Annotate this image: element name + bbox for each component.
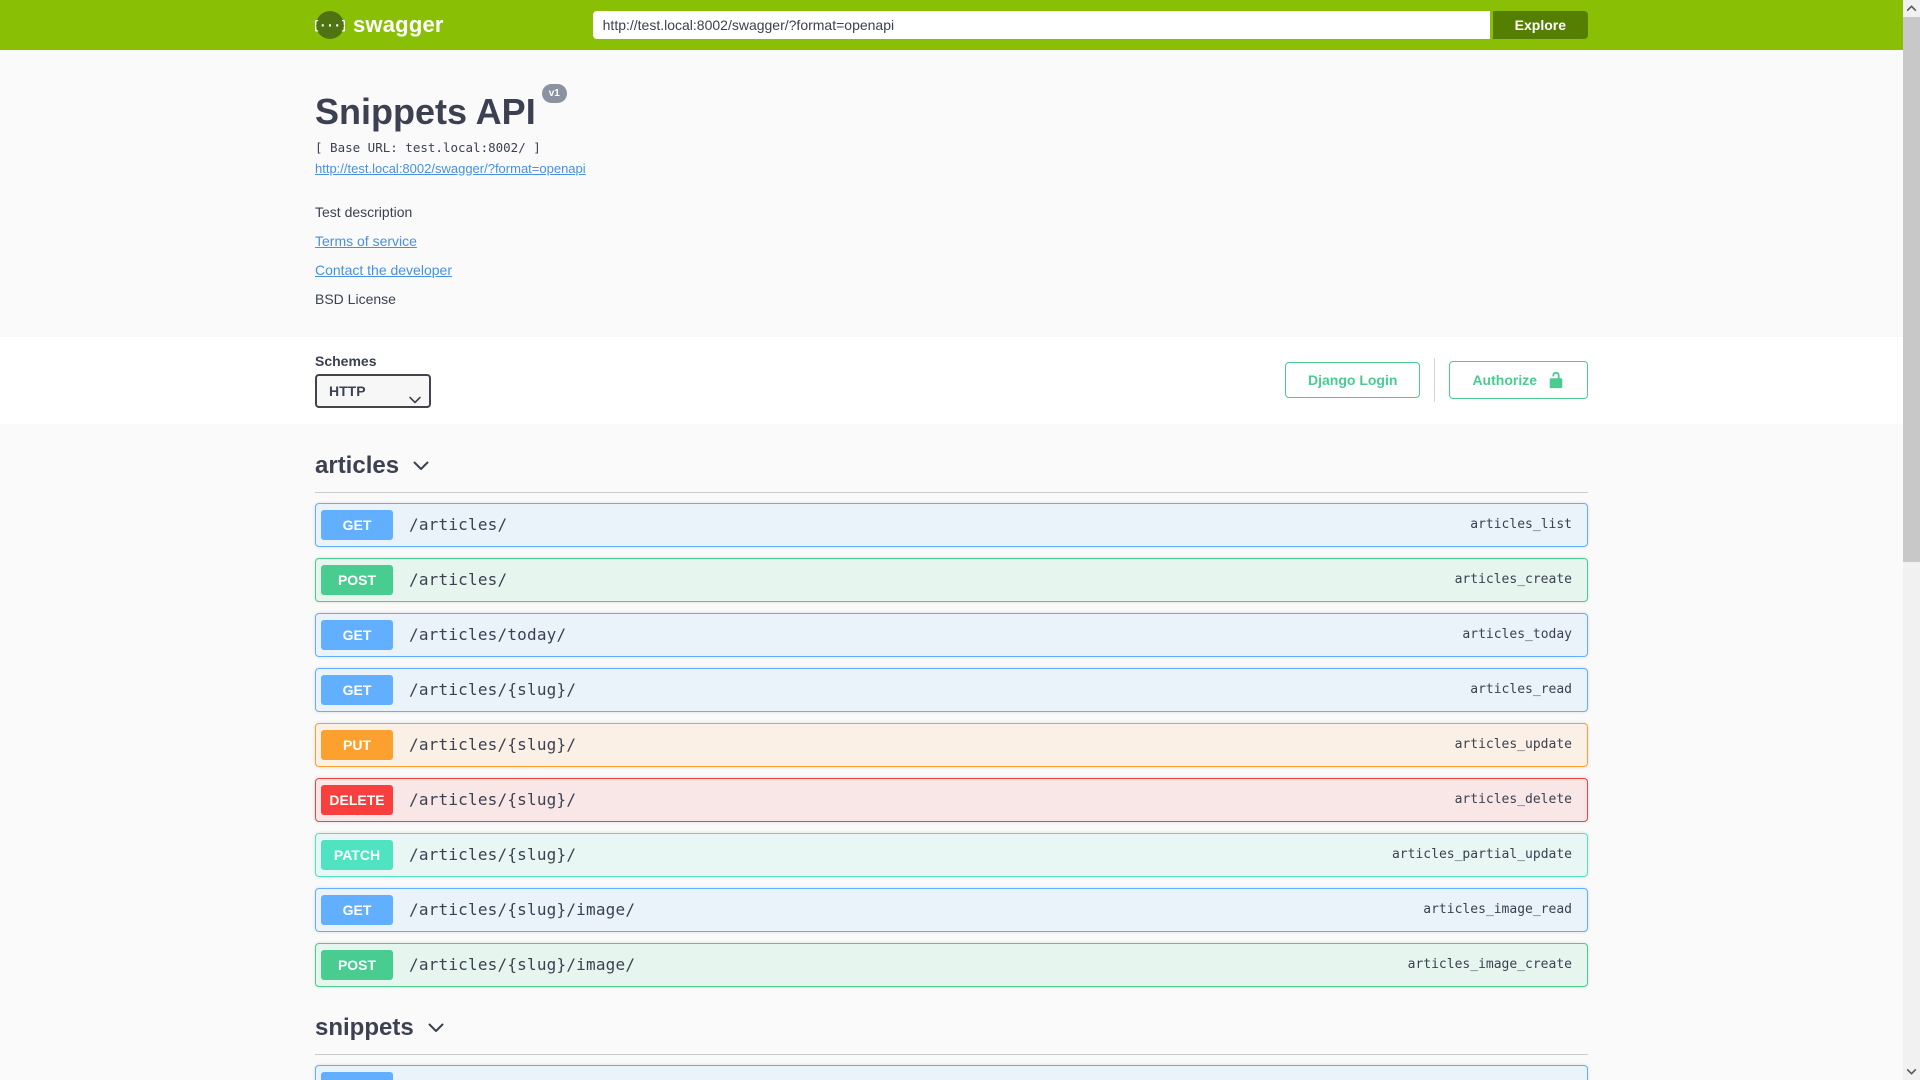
spec-link[interactable]: http://test.local:8002/swagger/?format=o… — [315, 161, 586, 176]
django-login-button[interactable]: Django Login — [1285, 362, 1421, 399]
explore-button[interactable]: Explore — [1492, 11, 1588, 39]
topbar: {···} swagger Explore — [0, 0, 1903, 50]
method-badge: GET — [321, 619, 393, 650]
schemes-select[interactable]: HTTP — [315, 373, 431, 408]
operation-row[interactable]: GET/articles/articles_list — [315, 502, 1588, 547]
operation-row[interactable]: POST/articles/{slug}/image/articles_imag… — [315, 942, 1588, 987]
swagger-logo[interactable]: {···} swagger — [315, 10, 444, 40]
method-badge: POST — [321, 564, 393, 595]
method-badge: DELETE — [321, 784, 393, 815]
operations-list: GET/snippets/snippets_list — [315, 1064, 1588, 1080]
operation-path: /articles/{slug}/image/ — [409, 900, 636, 920]
operation-path: /articles/today/ — [409, 625, 567, 645]
page: {···} swagger Explore Snippets API v1 [ B… — [0, 0, 1903, 1080]
api-section: snippets GET/snippets/snippets_list — [315, 998, 1588, 1080]
section-tag-label: snippets — [315, 1013, 414, 1041]
api-title-text: Snippets API — [315, 91, 536, 132]
page-title: Snippets API v1 — [315, 84, 1588, 132]
operation-id: articles_delete — [1454, 792, 1572, 808]
section-header-snippets[interactable]: snippets — [315, 998, 1588, 1055]
operation-path: /articles/ — [409, 570, 508, 590]
operation-id: articles_read — [1470, 682, 1572, 698]
section-header-articles[interactable]: articles — [315, 424, 1588, 493]
operation-id: articles_today — [1462, 627, 1572, 643]
schemes-block: Schemes HTTP — [315, 353, 431, 408]
section-tag-label: articles — [315, 451, 400, 479]
license-text: BSD License — [315, 290, 396, 307]
operation-path: /articles/{slug}/ — [409, 735, 577, 755]
operation-id: articles_list — [1470, 517, 1572, 533]
authorize-button[interactable]: Authorize — [1449, 361, 1588, 400]
auth-wrapper: Django Login Authorize — [1285, 358, 1588, 403]
brand-name: swagger — [353, 12, 444, 37]
scrollbar-up-button[interactable] — [1903, 0, 1920, 17]
operation-path: /articles/ — [409, 515, 508, 535]
scrollbar-down-button[interactable] — [1903, 1063, 1920, 1080]
method-badge: GET — [321, 1071, 393, 1080]
section-collapse-chevron-icon — [413, 461, 429, 470]
scheme-section: Schemes HTTP Django Login Authorize — [0, 336, 1903, 424]
operation-id: articles_update — [1454, 737, 1572, 753]
operation-id: articles_create — [1454, 572, 1572, 588]
operation-row[interactable]: GET/snippets/snippets_list — [315, 1064, 1588, 1080]
method-badge: PATCH — [321, 839, 393, 870]
section-collapse-chevron-icon — [428, 1023, 444, 1032]
operations-main: articles GET/articles/articles_list POST/a… — [0, 423, 1903, 1080]
operation-row[interactable]: GET/articles/today/articles_today — [315, 612, 1588, 657]
operation-row[interactable]: GET/articles/{slug}/image/articles_image… — [315, 887, 1588, 932]
base-url: [ Base URL: test.local:8002/ ] — [315, 139, 541, 155]
terms-of-service-link[interactable]: Terms of service — [315, 233, 417, 249]
api-section: articles GET/articles/articles_list POST/a… — [315, 424, 1588, 987]
contact-developer-link[interactable]: Contact the developer — [315, 262, 452, 278]
method-badge: GET — [321, 894, 393, 925]
operation-id: articles_image_read — [1423, 902, 1572, 918]
vertical-scrollbar[interactable] — [1903, 0, 1920, 1080]
api-sections: articles GET/articles/articles_list POST/a… — [315, 424, 1588, 1080]
unlocked-padlock-icon — [1549, 371, 1563, 389]
django-login-label: Django Login — [1308, 372, 1398, 389]
info-section: Snippets API v1 [ Base URL: test.local:80… — [0, 50, 1903, 337]
method-badge: POST — [321, 949, 393, 980]
operation-id: articles_image_create — [1407, 957, 1572, 973]
operation-id: articles_partial_update — [1391, 847, 1572, 863]
version-badge: v1 — [541, 84, 567, 103]
operation-row[interactable]: POST/articles/articles_create — [315, 557, 1588, 602]
method-badge: GET — [321, 509, 393, 540]
operation-path: /articles/{slug}/ — [409, 680, 577, 700]
operation-path: /articles/{slug}/ — [409, 845, 577, 865]
operation-row[interactable]: GET/articles/{slug}/ articles_read — [315, 667, 1588, 712]
api-description: Test description — [315, 203, 413, 220]
operation-row[interactable]: PUT/articles/{slug}/ articles_update — [315, 722, 1588, 767]
svg-text:{···}: {···} — [315, 19, 345, 33]
schemes-label: Schemes — [315, 352, 377, 369]
authorize-label: Authorize — [1472, 372, 1537, 389]
operation-row[interactable]: DELETE/articles/{slug}/ articles_delete — [315, 777, 1588, 822]
operation-path: /articles/{slug}/ — [409, 790, 577, 810]
spec-url-input[interactable] — [592, 11, 1490, 39]
scrollbar-thumb[interactable] — [1903, 17, 1920, 562]
auth-divider — [1434, 358, 1436, 403]
method-badge: GET — [321, 674, 393, 705]
swagger-braces-icon: {···} — [315, 11, 345, 39]
operation-row[interactable]: PATCH/articles/{slug}/ articles_partial_u… — [315, 832, 1588, 877]
operations-list: GET/articles/articles_list POST/articles/… — [315, 502, 1588, 987]
operation-path: /articles/{slug}/image/ — [409, 955, 636, 975]
method-badge: PUT — [321, 729, 393, 760]
